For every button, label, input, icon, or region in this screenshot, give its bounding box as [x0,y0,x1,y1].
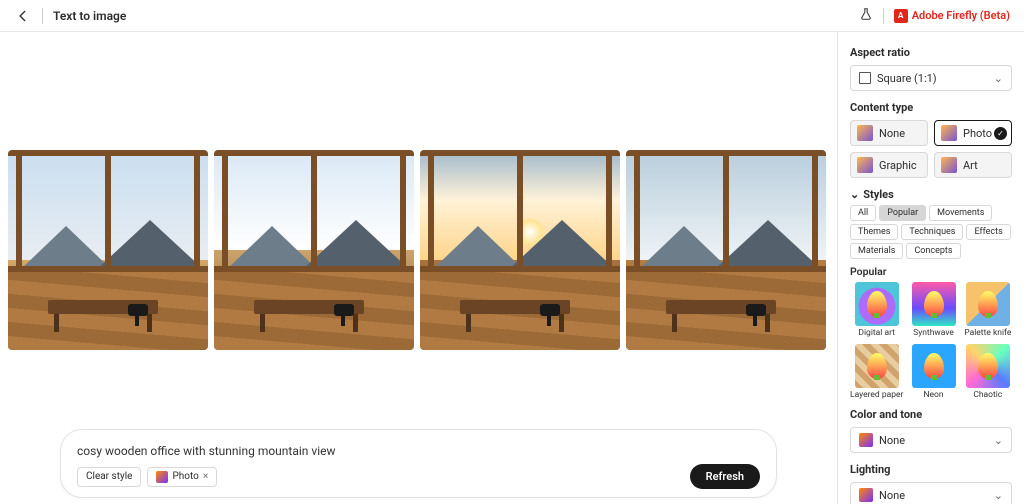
style-chip-label: Photo [172,471,198,482]
content-type-label: Content type [850,101,1012,114]
adobe-logo-icon: A [894,9,908,23]
prompt-bar: Clear style Photo × Refresh [60,429,777,498]
color-swatch-icon [859,433,873,447]
style-item-label: Digital art [858,328,895,338]
close-icon: × [203,471,208,482]
style-tab-all[interactable]: All [850,205,876,221]
style-item-label: Layered paper [850,390,903,400]
beaker-icon[interactable] [859,6,873,25]
color-tone-value: None [879,434,905,447]
chevron-down-icon: ⌄ [994,489,1003,502]
content-type-option-label: Photo [963,127,992,140]
clear-style-button[interactable]: Clear style [77,467,141,487]
style-tabs: All Popular Movements Themes Techniques … [850,205,1012,259]
lighting-value: None [879,489,905,502]
content-type-option-label: Graphic [879,159,917,172]
lighting-swatch-icon [859,488,873,502]
clear-style-label: Clear style [86,471,132,482]
style-tab-movements[interactable]: Movements [929,205,992,221]
style-tab-concepts[interactable]: Concepts [906,243,960,259]
style-tab-effects[interactable]: Effects [966,224,1010,240]
style-item-chaotic[interactable]: Chaotic [964,344,1012,400]
settings-panel: Aspect ratio Square (1:1) ⌄ Content type… [837,32,1024,504]
style-chip-photo[interactable]: Photo × [147,467,217,487]
result-image[interactable] [420,150,620,350]
aspect-ratio-select[interactable]: Square (1:1) ⌄ [850,65,1012,91]
canvas-area: Clear style Photo × Refresh [0,32,837,504]
result-image[interactable] [8,150,208,350]
style-item-label: Neon [923,390,943,400]
style-thumb-icon [912,282,956,326]
chevron-down-icon: ⌄ [994,434,1003,447]
content-type-option-label: Art [963,159,978,172]
content-type-option-label: None [879,127,905,140]
style-item-synthwave[interactable]: Synthwave [909,282,957,338]
divider [883,8,884,24]
arrow-left-icon [16,9,30,23]
style-thumb-icon [966,282,1010,326]
style-item-neon[interactable]: Neon [909,344,957,400]
photo-swatch-icon [156,471,168,483]
style-item-palette-knife[interactable]: Palette knife [964,282,1012,338]
content-type-thumb-icon [857,125,873,141]
styles-label: Styles [863,188,894,201]
aspect-ratio-value: Square (1:1) [877,72,937,85]
style-thumb-icon [855,282,899,326]
styles-header[interactable]: ⌄ Styles [850,188,1012,201]
content-type-thumb-icon [857,157,873,173]
result-image[interactable] [626,150,826,350]
lighting-select[interactable]: None ⌄ [850,482,1012,504]
color-tone-select[interactable]: None ⌄ [850,427,1012,453]
style-thumb-icon [966,344,1010,388]
style-thumb-icon [855,344,899,388]
refresh-button[interactable]: Refresh [690,464,760,489]
lighting-label: Lighting [850,463,1012,476]
style-tab-materials[interactable]: Materials [850,243,903,259]
aspect-ratio-label: Aspect ratio [850,46,1012,59]
square-icon [859,72,871,84]
content-type-photo[interactable]: Photo ✓ [934,120,1012,146]
check-icon: ✓ [994,127,1007,140]
style-thumb-icon [912,344,956,388]
content-type-none[interactable]: None [850,120,928,146]
style-item-digital-art[interactable]: Digital art [850,282,903,338]
page-title: Text to image [53,9,126,23]
content-type-thumb-icon [941,125,957,141]
result-gallery [8,150,837,350]
chevron-down-icon: ⌄ [994,72,1003,85]
brand-label: Adobe Firefly (Beta) [912,9,1010,22]
prompt-input[interactable] [77,442,760,464]
content-type-art[interactable]: Art [934,152,1012,178]
result-image[interactable] [214,150,414,350]
style-item-label: Synthwave [913,328,954,338]
style-item-label: Palette knife [964,328,1011,338]
top-bar: Text to image A Adobe Firefly (Beta) [0,0,1024,32]
style-tab-themes[interactable]: Themes [850,224,898,240]
brand-link[interactable]: A Adobe Firefly (Beta) [894,9,1010,23]
divider [42,8,43,24]
back-button[interactable] [14,7,32,25]
style-item-layered-paper[interactable]: Layered paper [850,344,903,400]
content-type-thumb-icon [941,157,957,173]
style-tab-techniques[interactable]: Techniques [901,224,963,240]
style-item-label: Chaotic [973,390,1002,400]
style-tab-popular[interactable]: Popular [879,205,926,221]
chevron-down-icon: ⌄ [850,188,859,201]
content-type-graphic[interactable]: Graphic [850,152,928,178]
styles-group-label: Popular [850,265,1012,278]
color-tone-label: Color and tone [850,408,1012,421]
